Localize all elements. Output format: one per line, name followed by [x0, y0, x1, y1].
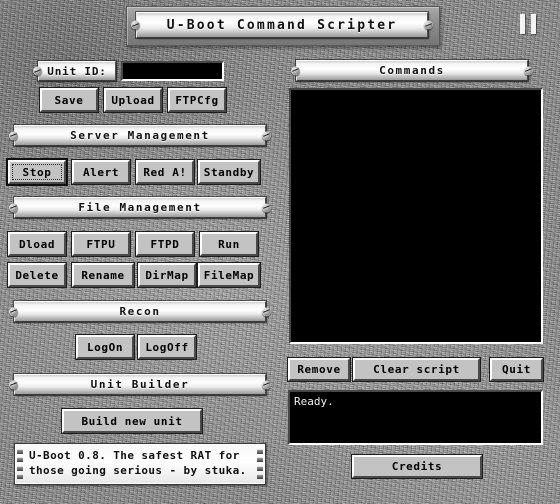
pause-bar-left [520, 14, 525, 34]
pause-icon[interactable] [520, 14, 536, 34]
status-box: Ready. [288, 390, 543, 445]
about-info-panel: U-Boot 0.8. The safest RAT for those goi… [14, 443, 266, 485]
about-info-line-1: U-Boot 0.8. The safest RAT for [29, 449, 240, 462]
ftpu-button[interactable]: FTPU [71, 231, 131, 257]
status-text: Ready. [294, 395, 334, 408]
screw-icon [262, 307, 271, 316]
ftpcfg-button[interactable]: FTPCfg [167, 87, 227, 113]
filemap-button[interactable]: FileMap [197, 262, 261, 288]
screw-icon [131, 20, 140, 30]
stop-button-label: Stop [22, 165, 52, 179]
notch-decoration-right [257, 447, 263, 481]
application-window: U-Boot Command Scripter Unit ID: Save Up… [0, 0, 560, 504]
screw-icon [9, 131, 18, 140]
window-title-plate: U-Boot Command Scripter [131, 12, 433, 38]
server-management-header: Server Management [9, 125, 271, 146]
standby-button[interactable]: Standby [197, 159, 261, 185]
recon-header: Recon [9, 301, 271, 322]
screw-icon [524, 66, 533, 75]
screw-icon [9, 307, 18, 316]
commands-list-box[interactable] [289, 88, 543, 344]
dirmap-button[interactable]: DirMap [137, 262, 197, 288]
screw-icon [291, 66, 300, 75]
red-alert-button[interactable]: Red A! [135, 159, 195, 185]
unit-builder-header: Unit Builder [9, 374, 271, 395]
screw-icon [262, 131, 271, 140]
delete-button[interactable]: Delete [7, 262, 67, 288]
screw-icon [262, 380, 271, 389]
upload-button[interactable]: Upload [103, 87, 163, 113]
screw-icon [9, 380, 18, 389]
file-management-header-label: File Management [78, 201, 202, 214]
screw-icon [33, 66, 42, 76]
stop-button[interactable]: Stop [6, 158, 68, 186]
unit-id-input[interactable] [121, 61, 224, 81]
commands-header-label: Commands [379, 64, 445, 77]
server-management-header-label: Server Management [70, 129, 210, 142]
screw-icon [9, 203, 18, 212]
remove-button[interactable]: Remove [287, 357, 351, 382]
unit-builder-header-label: Unit Builder [90, 378, 190, 391]
rename-button[interactable]: Rename [71, 262, 135, 288]
credits-button[interactable]: Credits [351, 454, 483, 479]
page-title: U-Boot Command Scripter [166, 17, 398, 33]
about-info-line-2: those going serious - by stuka. [29, 464, 247, 477]
logon-button[interactable]: LogOn [75, 334, 135, 360]
notch-decoration-left [17, 447, 23, 481]
clear-script-button[interactable]: Clear script [352, 357, 481, 382]
build-new-unit-button[interactable]: Build new unit [61, 408, 203, 434]
run-button[interactable]: Run [199, 231, 259, 257]
recon-header-label: Recon [119, 305, 161, 318]
pause-bar-right [531, 14, 536, 34]
logoff-button[interactable]: LogOff [137, 334, 197, 360]
quit-button[interactable]: Quit [489, 357, 544, 382]
file-management-header: File Management [9, 197, 271, 218]
screw-icon [424, 20, 433, 30]
screw-icon [262, 203, 271, 212]
unit-id-label: Unit ID: [47, 64, 107, 78]
save-button[interactable]: Save [39, 87, 99, 113]
commands-header: Commands [291, 60, 533, 81]
dload-button[interactable]: Dload [7, 231, 67, 257]
ftpd-button[interactable]: FTPD [135, 231, 195, 257]
unit-id-label-plate: Unit ID: [33, 61, 116, 81]
alert-button[interactable]: Alert [71, 159, 131, 185]
